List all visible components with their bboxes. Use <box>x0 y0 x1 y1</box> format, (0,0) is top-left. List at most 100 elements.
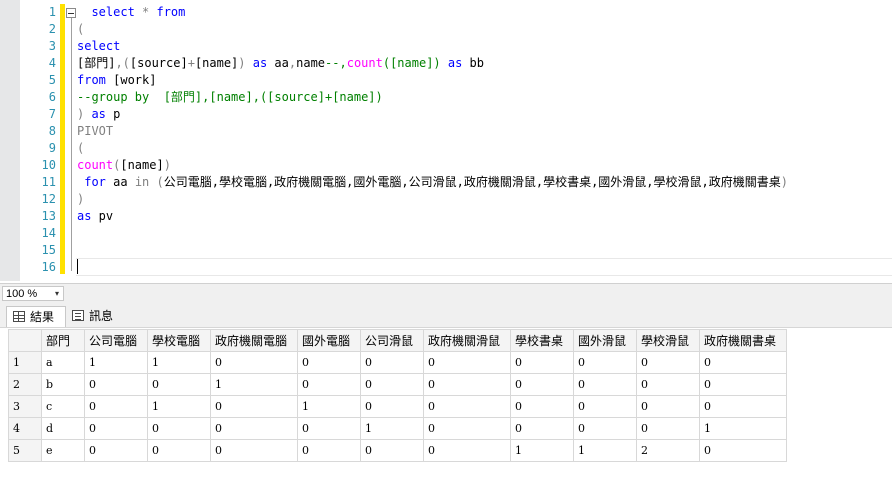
row-number[interactable]: 3 <box>8 395 42 418</box>
table-cell[interactable]: 1 <box>510 439 574 462</box>
table-cell[interactable]: 0 <box>573 395 637 418</box>
code-line-8: PIVOT <box>77 124 114 138</box>
table-cell[interactable]: 0 <box>573 351 637 374</box>
table-cell[interactable]: 1 <box>210 373 298 396</box>
table-cell[interactable]: 0 <box>210 439 298 462</box>
chevron-down-icon[interactable]: ▾ <box>52 287 62 300</box>
column-header[interactable]: 學校滑鼠 <box>636 329 700 352</box>
table-cell[interactable]: 0 <box>573 417 637 440</box>
table-cell[interactable]: 0 <box>636 417 700 440</box>
table-cell[interactable]: 0 <box>699 373 787 396</box>
table-cell[interactable]: 0 <box>210 395 298 418</box>
table-cell[interactable]: 0 <box>423 417 511 440</box>
table-cell[interactable]: 1 <box>84 351 148 374</box>
table-cell[interactable]: 0 <box>147 439 211 462</box>
column-header[interactable]: 學校電腦 <box>147 329 211 352</box>
tab-messages[interactable]: 訊息 <box>66 306 126 327</box>
table-cell[interactable]: 0 <box>636 395 700 418</box>
zoom-dropdown[interactable]: 100 % ▾ <box>2 286 64 301</box>
code-line-6: --group by [部門],[name],([source]+[name]) <box>77 90 383 104</box>
table-cell[interactable]: 0 <box>84 439 148 462</box>
table-cell[interactable]: e <box>41 439 85 462</box>
table-cell[interactable]: 1 <box>297 395 361 418</box>
table-cell[interactable]: 0 <box>510 417 574 440</box>
table-cell[interactable]: 0 <box>573 373 637 396</box>
table-cell[interactable]: 2 <box>636 439 700 462</box>
table-cell[interactable]: 0 <box>147 373 211 396</box>
table-cell[interactable]: 1 <box>699 417 787 440</box>
line-number: 4 <box>48 56 56 70</box>
line-number: 10 <box>41 158 56 172</box>
row-number[interactable]: 1 <box>8 351 42 374</box>
table-row[interactable]: 4d0000100001 <box>8 417 787 440</box>
table-cell[interactable]: 0 <box>84 417 148 440</box>
table-cell[interactable]: c <box>41 395 85 418</box>
code-line-4: [部門],([source]+[name]) as aa,name--,coun… <box>77 56 485 70</box>
table-cell[interactable]: 0 <box>360 373 424 396</box>
column-header[interactable]: 政府機關電腦 <box>210 329 298 352</box>
column-header[interactable]: 公司電腦 <box>84 329 148 352</box>
table-row[interactable]: 3c0101000000 <box>8 395 787 418</box>
grid-corner[interactable] <box>8 329 42 352</box>
line-number: 15 <box>41 243 56 257</box>
table-cell[interactable]: 0 <box>699 351 787 374</box>
table-cell[interactable]: 0 <box>297 417 361 440</box>
line-number: 7 <box>48 107 56 121</box>
table-cell[interactable]: 0 <box>297 439 361 462</box>
table-cell[interactable]: 0 <box>699 439 787 462</box>
results-grid[interactable]: 部門 公司電腦 學校電腦 政府機關電腦 國外電腦 公司滑鼠 政府機關滑鼠 學校書桌 國外滑鼠 學校… <box>8 329 787 462</box>
collapse-icon[interactable] <box>66 8 76 18</box>
table-cell[interactable]: 0 <box>636 373 700 396</box>
table-cell[interactable]: 0 <box>510 351 574 374</box>
table-cell[interactable]: 0 <box>84 373 148 396</box>
table-row[interactable]: 1a1100000000 <box>8 351 787 374</box>
table-cell[interactable]: 1 <box>360 417 424 440</box>
row-number[interactable]: 5 <box>8 439 42 462</box>
table-row[interactable]: 2b0010000000 <box>8 373 787 396</box>
table-cell[interactable]: 0 <box>510 373 574 396</box>
table-cell[interactable]: 1 <box>147 395 211 418</box>
table-cell[interactable]: 0 <box>360 395 424 418</box>
table-cell[interactable]: 0 <box>699 395 787 418</box>
table-cell[interactable]: 0 <box>423 373 511 396</box>
table-cell[interactable]: 0 <box>360 351 424 374</box>
row-number[interactable]: 2 <box>8 373 42 396</box>
column-header[interactable]: 部門 <box>41 329 85 352</box>
horizontal-scrollbar[interactable] <box>66 288 892 300</box>
table-cell[interactable]: 1 <box>573 439 637 462</box>
table-cell[interactable]: 0 <box>423 351 511 374</box>
column-header[interactable]: 國外滑鼠 <box>573 329 637 352</box>
table-cell[interactable]: 0 <box>423 439 511 462</box>
code-line-2: ( <box>77 22 85 36</box>
table-cell[interactable]: 0 <box>636 351 700 374</box>
row-number[interactable]: 4 <box>8 417 42 440</box>
column-header[interactable]: 學校書桌 <box>510 329 574 352</box>
column-header[interactable]: 公司滑鼠 <box>360 329 424 352</box>
table-cell[interactable]: d <box>41 417 85 440</box>
column-header[interactable]: 政府機關滑鼠 <box>423 329 511 352</box>
table-cell[interactable]: 1 <box>147 351 211 374</box>
column-header[interactable]: 政府機關書桌 <box>699 329 787 352</box>
line-number: 14 <box>41 226 56 240</box>
outline-guide <box>71 18 72 271</box>
table-cell[interactable]: 0 <box>84 395 148 418</box>
table-cell[interactable]: b <box>41 373 85 396</box>
table-cell[interactable]: 0 <box>297 351 361 374</box>
table-cell[interactable]: a <box>41 351 85 374</box>
table-cell[interactable]: 0 <box>210 417 298 440</box>
table-cell[interactable]: 0 <box>210 351 298 374</box>
table-cell[interactable]: 0 <box>147 417 211 440</box>
editor-margin <box>0 0 20 281</box>
table-cell[interactable]: 0 <box>423 395 511 418</box>
column-header[interactable]: 國外電腦 <box>297 329 361 352</box>
sql-editor[interactable]: 1 2 3 4 5 6 7 8 9 10 11 12 13 14 15 16 select * from ( … <box>0 0 892 281</box>
code-line-1: select * from <box>77 5 186 19</box>
line-number: 8 <box>48 124 56 138</box>
tab-results[interactable]: 結果 <box>6 306 66 327</box>
table-row[interactable]: 5e0000001120 <box>8 439 787 462</box>
grid-icon <box>13 311 25 322</box>
line-number: 11 <box>41 175 56 189</box>
table-cell[interactable]: 0 <box>297 373 361 396</box>
table-cell[interactable]: 0 <box>510 395 574 418</box>
table-cell[interactable]: 0 <box>360 439 424 462</box>
